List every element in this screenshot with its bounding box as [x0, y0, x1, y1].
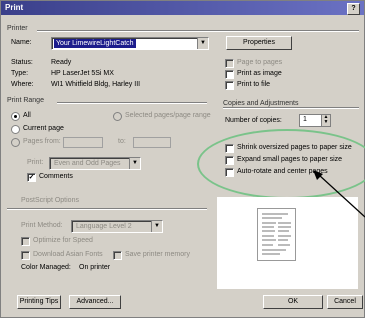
- chevron-down-icon[interactable]: ▼: [197, 38, 208, 49]
- save-memory-label: Save printer memory: [125, 251, 190, 258]
- print-subset-value: Even and Odd Pages: [54, 160, 121, 167]
- advanced-button[interactable]: Advanced...: [69, 295, 121, 309]
- status-value: Ready: [51, 59, 72, 66]
- cancel-button[interactable]: Cancel: [327, 295, 363, 309]
- print-range-group-label: Print Range: [7, 97, 44, 104]
- comments-checkbox[interactable]: ✓: [27, 173, 36, 182]
- where-value: WI1 Whitfield Bldg, Harley III: [51, 81, 141, 88]
- print-method-value: Language Level 2: [76, 223, 132, 230]
- print-dialog: Print ? Printer Name: Your LimewireLight…: [0, 0, 365, 318]
- printer-group-divider: [37, 30, 359, 31]
- print-as-image-checkbox[interactable]: [225, 70, 234, 79]
- print-to-pages-checkbox[interactable]: [225, 59, 234, 68]
- print-method-select[interactable]: Language Level 2 ▼: [71, 220, 163, 233]
- comments-label: Comments: [39, 173, 73, 180]
- copies-divider: [223, 107, 359, 108]
- printer-name-select[interactable]: Your LimewireLightCatch ▼: [51, 37, 209, 50]
- current-page-label: Current page: [23, 125, 64, 132]
- where-label: Where:: [11, 81, 34, 88]
- optimize-speed-checkbox[interactable]: [21, 237, 30, 246]
- download-fonts-checkbox[interactable]: [21, 251, 30, 260]
- postscript-group-label: PostScript Options: [21, 197, 79, 204]
- page-thumbnail-icon: [262, 213, 291, 255]
- copies-group-label: Copies and Adjustments: [223, 100, 299, 107]
- number-of-copies-label: Number of copies:: [225, 117, 282, 124]
- copies-stepper[interactable]: 1 ▲ ▼: [299, 114, 331, 127]
- pages-to-label: to:: [118, 138, 126, 145]
- postscript-divider: [7, 208, 207, 209]
- print-as-image-label: Print as image: [237, 70, 282, 77]
- all-radio[interactable]: [11, 112, 20, 121]
- color-managed-value: On printer: [79, 264, 111, 271]
- copies-value: 1: [303, 116, 307, 123]
- print-method-label: Print Method:: [21, 222, 63, 229]
- print-to-file-label: Print to file: [237, 81, 271, 88]
- stepper-arrows-icon[interactable]: ▲ ▼: [321, 115, 330, 126]
- help-button[interactable]: ?: [347, 3, 360, 15]
- printer-name-label: Name:: [11, 39, 32, 46]
- selected-pages-label: Selected pages/page range: [125, 112, 211, 119]
- chevron-down-icon[interactable]: ▼: [129, 158, 140, 169]
- title-bar: Print ?: [1, 1, 364, 15]
- chevron-down-icon[interactable]: ▼: [151, 221, 162, 232]
- window-title: Print: [5, 3, 24, 12]
- pages-from-input[interactable]: [63, 137, 103, 148]
- optimize-speed-label: Optimize for Speed: [33, 237, 93, 244]
- annotation-arrow-icon: [313, 170, 365, 218]
- print-to-pages-label: Page to pages: [237, 59, 283, 66]
- pages-to-input[interactable]: [133, 137, 171, 148]
- pages-label: Pages from:: [23, 138, 61, 145]
- pages-radio[interactable]: [11, 138, 20, 147]
- save-memory-checkbox[interactable]: [113, 251, 122, 260]
- print-range-divider: [57, 102, 207, 103]
- preview-page: [257, 208, 296, 261]
- status-label: Status:: [11, 59, 33, 66]
- printer-name-value: Your LimewireLightCatch: [54, 39, 136, 48]
- type-label: Type:: [11, 70, 29, 77]
- download-fonts-label: Download Asian Fonts: [33, 251, 103, 258]
- type-value: HP LaserJet 5Si MX: [51, 70, 114, 77]
- current-page-radio[interactable]: [11, 125, 20, 134]
- printing-tips-button[interactable]: Printing Tips: [17, 295, 61, 309]
- selected-pages-radio[interactable]: [113, 112, 122, 121]
- properties-button[interactable]: Properties: [226, 36, 292, 50]
- all-label: All: [23, 112, 31, 119]
- color-managed-label: Color Managed:: [21, 264, 71, 271]
- printer-group-label: Printer: [7, 25, 28, 32]
- print-subset-label: Print:: [27, 159, 44, 166]
- print-subset-select[interactable]: Even and Odd Pages ▼: [49, 157, 141, 170]
- ok-button[interactable]: OK: [263, 295, 323, 309]
- print-to-file-checkbox[interactable]: [225, 81, 234, 90]
